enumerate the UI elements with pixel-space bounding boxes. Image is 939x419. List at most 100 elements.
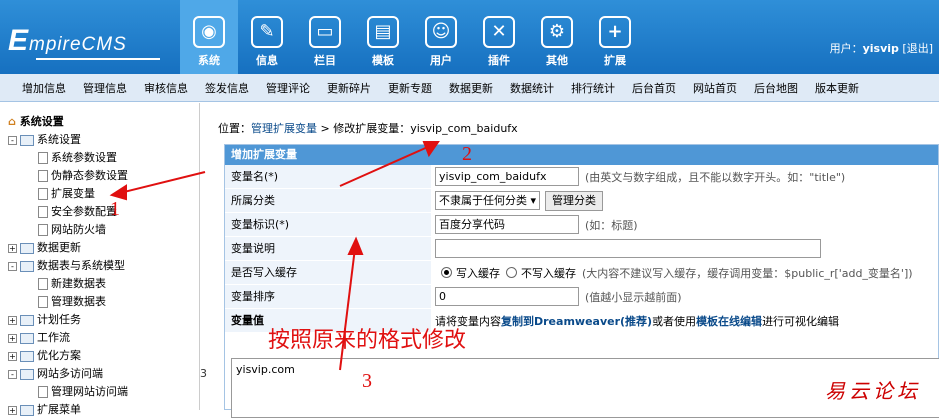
sidebar-item[interactable]: 系统参数设置 (8, 149, 199, 167)
breadcrumb-link[interactable]: 管理扩展变量 (251, 122, 317, 135)
sidebar: ⌂ 系统设置 -系统设置系统参数设置伪静态参数设置扩展变量安全参数配置网站防火墙… (0, 103, 200, 410)
value-hint-post: 进行可视化编辑 (762, 313, 839, 329)
nav-label: 系统 (180, 52, 238, 68)
menubar-item[interactable]: 排行统计 (571, 80, 615, 96)
var-id-hint: (如：标题) (585, 217, 638, 233)
var-name-hint: (由英文与数字组成，且不能以数字开头。如："title") (585, 169, 845, 185)
expand-icon[interactable]: + (8, 352, 17, 361)
logout-link[interactable]: [退出] (902, 42, 933, 55)
menubar-item[interactable]: 数据更新 (449, 80, 493, 96)
sidebar-item[interactable]: - 网站多访问端 (8, 365, 199, 383)
menubar-item[interactable]: 数据统计 (510, 80, 554, 96)
sidebar-item-label: 伪静态参数设置 (51, 169, 128, 182)
order-hint: (值越小显示越前面) (585, 289, 682, 305)
empirecms-logo[interactable]: EmpireCMS (8, 24, 168, 64)
menubar-item[interactable]: 更新碎片 (327, 80, 371, 96)
gear-icon: ⚙ (541, 16, 573, 48)
sidebar-item[interactable]: + 计划任务 (8, 311, 199, 329)
var-id-input[interactable]: 百度分享代码 (435, 215, 579, 234)
var-desc-input[interactable] (435, 239, 821, 258)
expand-icon[interactable]: + (8, 406, 17, 415)
row-cache: 是否写入缓存 写入缓存 不写入缓存 (大内容不建议写入缓存，缓存调用变量：$pu… (225, 261, 938, 285)
var-name-input[interactable]: yisvip_com_baidufx (435, 167, 579, 186)
annotation-number-2: 2 (462, 143, 472, 166)
menubar-item[interactable]: 更新专题 (388, 80, 432, 96)
menubar-item[interactable]: 版本更新 (815, 80, 859, 96)
sidebar-item[interactable]: -系统设置 (8, 131, 199, 149)
nav-item-4[interactable]: ☺用户 (412, 0, 470, 74)
nav-item-3[interactable]: ▤模板 (354, 0, 412, 74)
nav-item-1[interactable]: ✎信息 (238, 0, 296, 74)
menubar-item[interactable]: 审核信息 (144, 80, 188, 96)
document-icon (38, 386, 48, 398)
var-id-label: 变量标识(*) (225, 213, 431, 236)
var-name-label: 变量名(*) (225, 165, 431, 188)
manage-category-button[interactable]: 管理分类 (545, 191, 603, 211)
expand-icon[interactable]: + (8, 316, 17, 325)
sidebar-item[interactable]: +数据更新 (8, 239, 199, 257)
sidebar-item[interactable]: +工作流 (8, 329, 199, 347)
user-info: 用户：yisvip [退出] (830, 40, 933, 56)
menubar-item[interactable]: 后台首页 (632, 80, 676, 96)
sidebar-root[interactable]: ⌂ 系统设置 (8, 113, 199, 131)
globe-icon: ◉ (193, 16, 225, 48)
form-panel: 增加扩展变量 变量名(*) yisvip_com_baidufx (由英文与数字… (224, 144, 939, 410)
dreamweaver-link[interactable]: 复制到Dreamweaver(推荐) (501, 313, 652, 329)
sidebar-item[interactable]: 新建数据表 (8, 275, 199, 293)
folder-icon (20, 261, 34, 272)
sidebar-item[interactable]: +扩展菜单 (8, 401, 199, 419)
sidebar-item-label: 系统参数设置 (51, 151, 117, 164)
sidebar-item[interactable]: 伪静态参数设置 (8, 167, 199, 185)
sidebar-item[interactable]: 扩展变量 (8, 185, 199, 203)
folder-icon (20, 351, 34, 362)
template-icon: ▤ (367, 16, 399, 48)
expand-icon[interactable]: + (8, 244, 17, 253)
cache-yes-radio[interactable] (441, 267, 452, 278)
menubar-item[interactable]: 管理评论 (266, 80, 310, 96)
sidebar-item-label: 计划任务 (37, 313, 81, 326)
menubar-item[interactable]: 签发信息 (205, 80, 249, 96)
collapse-icon[interactable]: - (8, 370, 17, 379)
sidebar-item[interactable]: 网站防火墙 (8, 221, 199, 239)
side-number: 3 (200, 367, 207, 380)
sidebar-item[interactable]: 安全参数配置 (8, 203, 199, 221)
menubar-item[interactable]: 网站首页 (693, 80, 737, 96)
sidebar-item[interactable]: 管理数据表 (8, 293, 199, 311)
nav-label: 其他 (528, 52, 586, 68)
nav-item-7[interactable]: +扩展 (586, 0, 644, 74)
sidebar-item-label: 安全参数配置 (51, 205, 117, 218)
category-select[interactable]: 不隶属于任何分类 ▾ (435, 191, 540, 210)
document-icon (38, 152, 48, 164)
var-desc-label: 变量说明 (225, 237, 431, 260)
sidebar-item-label: 数据表与系统模型 (37, 259, 125, 272)
menubar-item[interactable]: 后台地图 (754, 80, 798, 96)
house-icon: ⌂ (8, 115, 16, 128)
sidebar-item[interactable]: + 优化方案 (8, 347, 199, 365)
sidebar-item[interactable]: - 数据表与系统模型 (8, 257, 199, 275)
collapse-icon[interactable]: - (8, 136, 17, 145)
menubar-item[interactable]: 管理信息 (83, 80, 127, 96)
sidebar-item[interactable]: 管理网站访问端 (8, 383, 199, 401)
nav-item-0[interactable]: ◉ 系统 (180, 0, 238, 74)
nav-item-6[interactable]: ⚙ 其他 (528, 0, 586, 74)
sidebar-item-label: 网站多访问端 (37, 367, 103, 380)
row-var-name: 变量名(*) yisvip_com_baidufx (由英文与数字组成，且不能以… (225, 165, 938, 189)
sidebar-item-label: 扩展变量 (51, 187, 95, 200)
row-var-id: 变量标识(*) 百度分享代码 (如：标题) (225, 213, 938, 237)
cache-label: 是否写入缓存 (225, 261, 431, 284)
sidebar-item-label: 管理数据表 (51, 295, 106, 308)
nav-item-2[interactable]: ▭栏目 (296, 0, 354, 74)
form-title: 增加扩展变量 (225, 145, 938, 165)
collapse-icon[interactable]: - (8, 262, 17, 271)
sidebar-item-label: 优化方案 (37, 349, 81, 362)
expand-icon[interactable]: + (8, 334, 17, 343)
order-input[interactable]: 0 (435, 287, 579, 306)
document-icon (38, 188, 48, 200)
row-order: 变量排序 0 (值越小显示越前面) (225, 285, 938, 309)
nav-item-5[interactable]: ✕插件 (470, 0, 528, 74)
menubar-item[interactable]: 增加信息 (22, 80, 66, 96)
cache-no-radio[interactable] (506, 267, 517, 278)
online-edit-link[interactable]: 模板在线编辑 (696, 313, 762, 329)
cache-no-label: 不写入缓存 (521, 265, 576, 281)
user-icon: ☺ (425, 16, 457, 48)
